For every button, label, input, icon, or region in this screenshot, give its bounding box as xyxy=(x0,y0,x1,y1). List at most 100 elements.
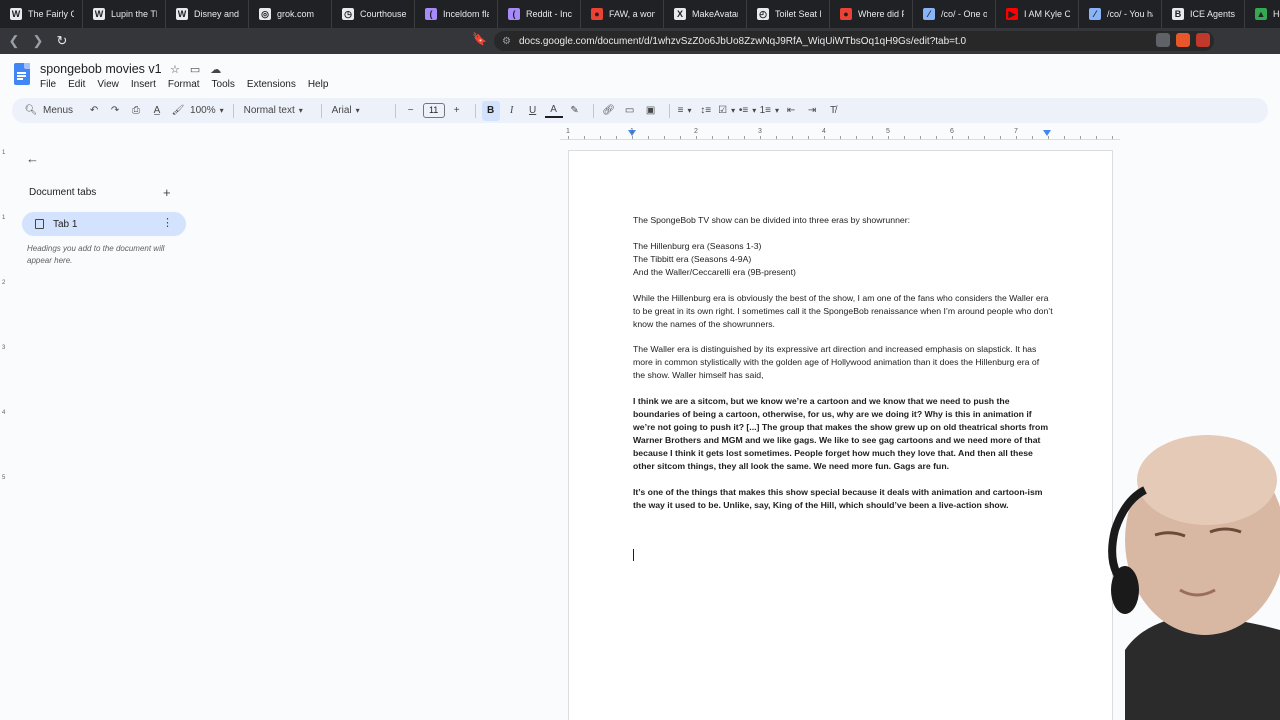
browser-tab[interactable]: ▶ I AM Kyle Ca xyxy=(996,0,1079,28)
menu-format[interactable]: Format xyxy=(168,79,200,90)
ruler-tick xyxy=(856,136,857,139)
tab-title: MakeAvatar xyxy=(692,9,738,19)
browser-tab[interactable]: (Incel­dom flag xyxy=(415,0,498,28)
menu-tools[interactable]: Tools xyxy=(212,79,235,90)
address-bar[interactable]: ⚙ docs.google.com/document/d/1whzvSzZ0o6… xyxy=(494,31,1214,51)
webcam-overlay xyxy=(1085,420,1280,720)
right-indent-marker[interactable] xyxy=(1043,130,1051,136)
address-url: docs.google.com/document/d/1whzvSzZ0o6Jb… xyxy=(518,35,967,47)
underline-icon[interactable]: U xyxy=(524,101,542,121)
menu-file[interactable]: File xyxy=(40,79,56,90)
browser-tab[interactable]: ⁄ /co/ - One of xyxy=(913,0,996,28)
bookmark-icon[interactable]: 🔖 xyxy=(472,32,487,46)
insert-image-icon[interactable]: ▣ xyxy=(642,101,660,121)
back-icon[interactable]: ❮ xyxy=(4,31,24,51)
toolbar-separator xyxy=(232,103,234,118)
browser-tab[interactable]: (Reddit - Incel xyxy=(498,0,581,28)
browser-tab[interactable]: W Disney and Fl xyxy=(166,0,249,28)
line-spacing-icon[interactable]: ↕≡ xyxy=(697,101,715,121)
browser-tab[interactable]: X MakeAvatar xyxy=(664,0,747,28)
bulleted-list-icon[interactable]: •≡ xyxy=(739,101,757,121)
move-folder-icon[interactable]: ▭ xyxy=(190,63,200,76)
forward-icon[interactable]: ❯ xyxy=(28,31,48,51)
ruler-tick xyxy=(792,136,793,139)
redo-icon[interactable]: ↷ xyxy=(106,101,124,121)
browser-tab[interactable]: ◴ Toilet Seat Et xyxy=(747,0,830,28)
share-icon[interactable] xyxy=(1156,33,1170,47)
horizontal-ruler[interactable]: 1 1 2 3 4 5 6 7 xyxy=(560,128,1120,140)
italic-icon[interactable]: I xyxy=(503,101,521,121)
browser-tab[interactable]: W The Fairly Odd xyxy=(0,0,83,28)
browser-tab[interactable]: ◷ Courthouse S xyxy=(332,0,415,28)
spellcheck-icon[interactable]: A̲ xyxy=(148,101,166,121)
browser-tab[interactable]: ◎ grok.com xyxy=(249,0,332,28)
increase-font-size-icon[interactable]: + xyxy=(448,101,466,121)
paint-format-icon[interactable]: 🖌︎ xyxy=(169,101,187,121)
reload-icon[interactable]: ↻ xyxy=(52,31,72,51)
align-icon[interactable]: ≡ xyxy=(676,101,694,121)
site-info-icon[interactable]: ⚙ xyxy=(502,36,511,47)
menu-bar: File Edit View Insert Format Tools Exten… xyxy=(40,79,328,90)
ruler-tick xyxy=(984,136,985,139)
insert-link-icon[interactable]: 🔗︎ xyxy=(600,101,618,121)
text-cursor xyxy=(633,549,634,561)
cloud-status-icon[interactable]: ☁ xyxy=(210,63,221,76)
tab-favicon-icon: ● xyxy=(591,8,603,20)
numbered-list-icon[interactable]: 1≡ xyxy=(760,101,779,121)
document-page[interactable]: The SpongeBob TV show can be divided int… xyxy=(568,150,1113,720)
document-title[interactable]: spongebob movies v1 xyxy=(40,62,162,76)
docs-logo-icon[interactable] xyxy=(14,63,30,85)
browser-tab[interactable]: ⁄ /co/ - You ha xyxy=(1079,0,1162,28)
browser-tab[interactable]: ● FAW, a wome xyxy=(581,0,664,28)
star-icon[interactable]: ☆ xyxy=(170,63,180,76)
menu-extensions[interactable]: Extensions xyxy=(247,79,296,90)
browser-tab[interactable]: ▲ Hom xyxy=(1245,0,1280,28)
outline-hint: Headings you add to the document will ap… xyxy=(27,244,165,265)
more-options-icon[interactable]: ⋮ xyxy=(162,217,173,229)
sidebar-tab-1[interactable]: Tab 1 ⋮ xyxy=(22,212,186,236)
ruler-tick xyxy=(1064,136,1065,139)
increase-indent-icon[interactable]: ⇥ xyxy=(803,101,821,121)
tab-title: Lupin the Thi xyxy=(111,9,157,19)
undo-icon[interactable]: ↶ xyxy=(85,101,103,121)
clear-formatting-icon[interactable]: T̸ xyxy=(824,101,842,121)
zoom-select[interactable]: 100% xyxy=(190,101,224,121)
browser-tab[interactable]: ● Where did Pr xyxy=(830,0,913,28)
brave-rewards-icon[interactable] xyxy=(1196,33,1210,47)
vertical-ruler[interactable]: 1 1 2 3 4 5 xyxy=(0,140,10,720)
add-tab-icon[interactable]: + xyxy=(163,185,171,200)
menu-edit[interactable]: Edit xyxy=(68,79,85,90)
print-icon[interactable]: ⎙ xyxy=(127,101,145,121)
text-color-icon[interactable]: A xyxy=(544,104,563,118)
tab-favicon-icon: B xyxy=(1172,8,1184,20)
era-item: The Hillenburg era (Seasons 1-3) xyxy=(633,240,762,251)
vertical-ruler-number: 2 xyxy=(2,280,6,286)
search-menus-icon[interactable]: 🔍︎ xyxy=(22,101,40,121)
menu-view[interactable]: View xyxy=(97,79,119,90)
tab-title: Hom xyxy=(1273,9,1280,19)
decrease-font-size-icon[interactable]: − xyxy=(402,101,420,121)
highlight-icon[interactable]: ✎ xyxy=(566,101,584,121)
ruler-tick xyxy=(920,136,921,139)
ruler-tick xyxy=(968,136,969,139)
close-outline-arrow-icon[interactable]: ← xyxy=(26,151,39,166)
checklist-icon[interactable]: ☑ xyxy=(718,101,736,121)
search-menus-label[interactable]: Menus xyxy=(43,101,73,121)
bold-icon[interactable]: B xyxy=(481,100,500,121)
ruler-number: 4 xyxy=(822,128,826,135)
paragraph-style-select[interactable]: Normal text xyxy=(240,101,312,121)
menu-help[interactable]: Help xyxy=(308,79,329,90)
font-select[interactable]: Arial xyxy=(328,101,386,121)
brave-shield-icon[interactable] xyxy=(1176,33,1190,47)
ruler-number: 1 xyxy=(630,128,634,135)
add-comment-icon[interactable]: ▭ xyxy=(621,101,639,121)
font-size-field[interactable]: 11 xyxy=(422,101,445,121)
decrease-indent-icon[interactable]: ⇤ xyxy=(782,101,800,121)
browser-tab[interactable]: B ICE Agents In xyxy=(1162,0,1245,28)
browser-tab[interactable]: W Lupin the Thi xyxy=(83,0,166,28)
document-body[interactable]: The SpongeBob TV show can be divided int… xyxy=(633,214,1053,512)
tab-favicon-icon: ( xyxy=(508,8,520,20)
menu-insert[interactable]: Insert xyxy=(131,79,156,90)
ruler-tick xyxy=(744,136,745,139)
extension-icons xyxy=(1156,33,1210,47)
